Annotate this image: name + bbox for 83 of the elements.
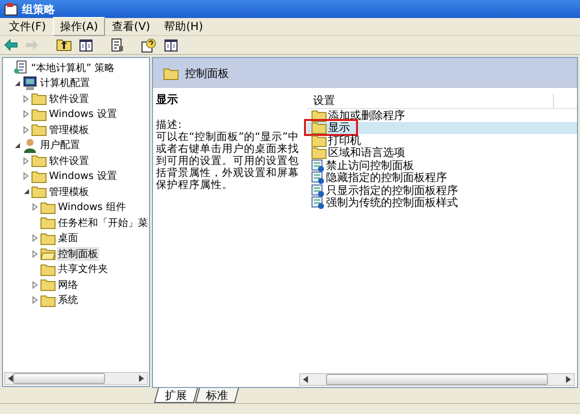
window-title: 组策略 <box>22 2 55 16</box>
tree-item[interactable]: “本地计算机” 策略 <box>30 60 116 75</box>
tree-item[interactable]: Windows 组件 <box>57 200 127 214</box>
open-folder-icon <box>40 247 56 260</box>
user-icon <box>22 138 38 153</box>
expand-arrow-icon[interactable] <box>31 234 39 242</box>
folder-icon <box>31 185 47 198</box>
expand-arrow-icon[interactable] <box>22 94 30 103</box>
list-row[interactable]: 区域和语言选项 <box>307 146 577 159</box>
tree-item[interactable]: 软件设置 <box>48 92 90 106</box>
column-header[interactable]: 设置 <box>307 92 554 108</box>
tree-item[interactable]: 软件设置 <box>48 154 90 168</box>
folder-icon <box>311 121 327 134</box>
pane-icon[interactable] <box>164 38 178 52</box>
folder-icon <box>31 154 47 168</box>
pane-icon[interactable] <box>79 38 93 52</box>
expand-arrow-icon[interactable] <box>22 110 30 118</box>
tab[interactable]: 扩展 <box>154 388 198 403</box>
tree-item[interactable]: 桌面 <box>57 231 79 246</box>
expand-arrow-icon[interactable] <box>22 126 30 134</box>
menu-item[interactable]: 操作(A) <box>52 17 106 36</box>
tree-item[interactable]: 管理模板 <box>48 184 90 199</box>
menu-item[interactable]: 帮助(H) <box>157 17 210 36</box>
folder-up-icon[interactable] <box>56 38 72 52</box>
tree-item[interactable]: 控制面板 <box>57 246 99 261</box>
list-row[interactable]: 隐藏指定的控制面板程序 <box>307 172 577 184</box>
setting-icon <box>311 196 325 210</box>
tree-item[interactable]: 系统 <box>57 293 79 308</box>
scroll-left-icon[interactable] <box>303 376 308 383</box>
folder-icon <box>40 200 56 214</box>
collapse-arrow-icon[interactable] <box>22 188 30 196</box>
scroll-right-icon[interactable] <box>139 375 144 382</box>
menu-item[interactable]: 查看(V) <box>105 17 158 36</box>
tree-item[interactable]: 共享文件夹 <box>57 262 109 276</box>
expand-arrow-icon[interactable] <box>22 156 30 165</box>
folder-icon <box>31 123 47 136</box>
computer-icon <box>22 76 38 91</box>
folder-icon <box>31 92 47 106</box>
app-icon <box>4 2 18 16</box>
folder-icon <box>40 232 56 245</box>
collapse-arrow-icon[interactable] <box>13 80 21 87</box>
pane-title: 控制面板 <box>185 66 229 80</box>
horizontal-scrollbar[interactable] <box>4 372 148 385</box>
scroll-icon <box>13 60 29 76</box>
menu-item[interactable]: 文件(F) <box>2 17 53 36</box>
back-arrow-icon[interactable] <box>4 39 18 51</box>
collapse-arrow-icon[interactable] <box>13 142 21 149</box>
description-label: 描述: <box>156 119 183 131</box>
tree-item[interactable]: 网络 <box>57 278 79 292</box>
tree-item[interactable]: Windows 设置 <box>48 107 118 122</box>
expand-arrow-icon[interactable] <box>22 172 30 180</box>
setting-icon <box>311 158 325 172</box>
list-row[interactable]: 显示 <box>307 122 577 134</box>
expand-arrow-icon[interactable] <box>31 280 39 289</box>
folder-icon <box>31 108 47 121</box>
folder-icon <box>40 278 56 292</box>
horizontal-scrollbar[interactable] <box>299 373 575 386</box>
expand-arrow-icon[interactable] <box>31 250 39 258</box>
folder-icon <box>40 294 56 307</box>
setting-icon <box>311 184 325 197</box>
list-row[interactable]: 强制为传统的控制面板样式 <box>307 196 577 209</box>
setting-icon <box>311 171 325 184</box>
scroll-right-icon[interactable] <box>566 376 571 383</box>
help-icon[interactable] <box>141 38 157 52</box>
list-row[interactable]: 打印机 <box>307 134 577 146</box>
tree-item[interactable]: 管理模板 <box>48 122 90 137</box>
tree-item[interactable]: 计算机配置 <box>39 76 91 90</box>
tree-item[interactable]: 任务栏和「开始」菜 <box>57 216 149 230</box>
folder-icon <box>40 262 56 276</box>
expand-arrow-icon[interactable] <box>31 203 39 212</box>
folder-icon <box>40 216 56 230</box>
list-row[interactable]: 禁止访问控制面板 <box>307 159 577 172</box>
setting-title: 显示 <box>156 92 179 107</box>
folder-icon <box>311 146 327 160</box>
expand-arrow-icon[interactable] <box>31 296 39 304</box>
description-text: 可以在“控制面板”的“显示”中或者右键单击用户的桌面来找到可用的设置。可用的设置包括背景属性，外观设置和屏幕保护程序属性。 <box>156 131 300 191</box>
list-row[interactable]: 只显示指定的控制面板程序 <box>307 184 577 196</box>
tree-item[interactable]: Windows 设置 <box>48 169 118 184</box>
folder-icon <box>31 170 47 183</box>
properties-icon[interactable] <box>110 38 124 52</box>
folder-icon <box>163 66 179 80</box>
tree-item[interactable]: 用户配置 <box>39 138 81 152</box>
tab[interactable]: 标准 <box>195 388 239 403</box>
